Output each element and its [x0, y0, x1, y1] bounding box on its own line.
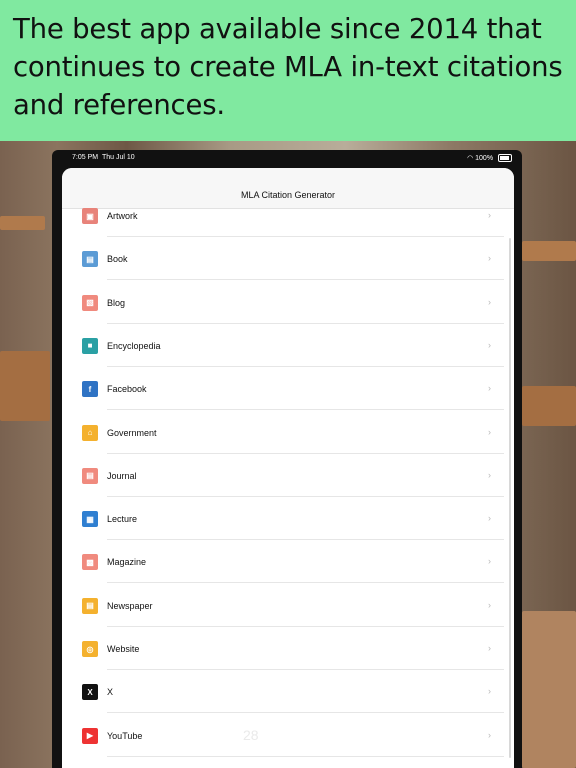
list-item-label: Magazine	[107, 557, 147, 568]
list-item-blog[interactable]: ▧ Blog ›	[62, 281, 514, 324]
row-divider	[107, 755, 504, 757]
list-item-journal[interactable]: ▤ Journal ›	[62, 454, 514, 497]
list-item-label: Website	[107, 644, 140, 654]
status-date: Thu Jul 10	[101, 154, 135, 161]
list-item-youtube[interactable]: ▶ YouTube ›	[62, 714, 514, 757]
chevron-right-icon: ›	[488, 210, 491, 220]
list-item-label: Blog	[107, 297, 126, 308]
chevron-right-icon: ›	[488, 426, 491, 437]
banner-headline: The best app available since 2014 that c…	[13, 13, 563, 121]
page-indicator: 28	[243, 727, 259, 743]
wifi-icon: ◠	[467, 155, 474, 162]
status-right: ◠ 100%	[467, 154, 512, 163]
chevron-right-icon: ›	[488, 556, 491, 567]
list-item-label: Facebook	[107, 384, 147, 395]
desk-right	[522, 241, 576, 261]
lecture-icon: ▦	[82, 511, 98, 528]
list-item-x[interactable]: X X ›	[62, 670, 514, 714]
list-item-book[interactable]: ▤ Book ›	[62, 237, 514, 281]
facebook-icon: f	[82, 381, 98, 398]
desk-left	[0, 216, 45, 230]
book-icon: ▤	[82, 251, 98, 268]
list-item-label: Newspaper	[107, 600, 153, 611]
journal-icon: ▤	[82, 467, 98, 484]
scrollbar[interactable]	[509, 238, 511, 758]
youtube-icon: ▶	[82, 727, 98, 744]
list-item-government[interactable]: ⌂ Government ›	[62, 411, 514, 454]
blog-icon: ▧	[82, 294, 98, 311]
status-time-date: 7:05 PM Thu Jul 10	[72, 154, 135, 161]
list-item-encyclopedia[interactable]: ■ Encyclopedia ›	[62, 324, 514, 367]
list-item-website[interactable]: ◎ Website ›	[62, 627, 514, 670]
artwork-icon: ▣	[82, 208, 98, 224]
list-item-label: Journal	[107, 470, 137, 481]
chevron-right-icon: ›	[488, 383, 491, 394]
list-item-label: YouTube	[107, 730, 143, 741]
list-item-magazine[interactable]: ▩ Magazine ›	[62, 540, 514, 584]
list-item-label: Government	[107, 427, 157, 438]
magazine-icon: ▩	[82, 554, 98, 571]
battery-icon	[498, 154, 512, 163]
chevron-right-icon: ›	[488, 469, 491, 480]
desk-left-lower	[0, 351, 50, 421]
encyclopedia-icon: ■	[82, 337, 98, 354]
list-item-label: Encyclopedia	[107, 340, 161, 351]
chevron-right-icon: ›	[488, 339, 491, 350]
list-item-newspaper[interactable]: ▤ Newspaper ›	[62, 584, 514, 627]
list-item-artwork[interactable]: ▣ Artwork ›	[62, 194, 514, 237]
chevron-right-icon: ›	[488, 253, 491, 264]
list-item-label: Artwork	[107, 211, 138, 221]
ipad-frame: 7:05 PM Thu Jul 10 ◠ 100% MLA Citation G…	[52, 150, 522, 768]
list-item-lecture[interactable]: ▦ Lecture ›	[62, 497, 514, 541]
website-icon: ◎	[82, 641, 98, 657]
desk-right-floor	[522, 611, 576, 768]
promo-banner: The best app available since 2014 that c…	[0, 0, 576, 141]
list-item-facebook[interactable]: f Facebook ›	[62, 367, 514, 411]
battery-percent: 100%	[475, 155, 494, 162]
modal-sheet: MLA Citation Generator ▣ Artwork › ▤ Book › ▧ B…	[62, 168, 514, 768]
list-item-label: X	[107, 687, 114, 698]
chevron-right-icon: ›	[488, 296, 491, 307]
desk-right-lower	[522, 386, 576, 426]
list-item-label: Lecture	[107, 514, 138, 525]
list-item-label: Book	[107, 254, 128, 265]
chevron-right-icon: ›	[488, 513, 491, 524]
government-icon: ⌂	[82, 424, 98, 441]
chevron-right-icon: ›	[488, 643, 491, 653]
newspaper-icon: ▤	[82, 597, 98, 614]
status-bar: 7:05 PM Thu Jul 10 ◠ 100%	[52, 150, 522, 168]
chevron-right-icon: ›	[488, 729, 491, 740]
status-time: 7:05 PM	[72, 154, 99, 161]
chevron-right-icon: ›	[488, 599, 491, 610]
x-logo-icon: X	[82, 684, 98, 701]
chevron-right-icon: ›	[488, 686, 491, 697]
